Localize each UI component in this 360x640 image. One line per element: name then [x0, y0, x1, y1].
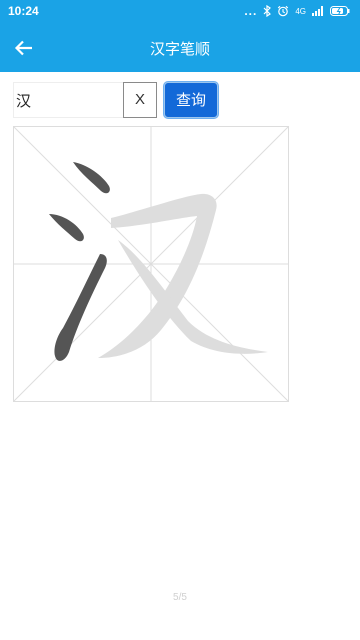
page-title: 汉字笔顺: [149, 40, 210, 58]
character-input[interactable]: [13, 82, 124, 118]
status-icons: ... 4G: [244, 4, 350, 18]
status-bar: 10:24 ... 4G: [0, 0, 360, 24]
query-button[interactable]: 查询: [164, 82, 218, 118]
alarm-icon: [278, 5, 289, 17]
notification-dots: ...: [244, 4, 258, 18]
search-row: X 查询: [13, 82, 273, 118]
clear-button[interactable]: X: [123, 82, 157, 118]
network-type: 4G: [295, 6, 306, 16]
battery-icon: [330, 6, 350, 16]
stroke-order-board: [12, 125, 290, 403]
status-time: 10:24: [8, 4, 39, 18]
bluetooth-icon: [263, 5, 272, 17]
stroke-grid: [12, 125, 290, 403]
page-indicator: 5/5: [173, 592, 187, 603]
app-bar: 汉字笔顺: [0, 24, 360, 72]
signal-icon: [312, 6, 323, 16]
